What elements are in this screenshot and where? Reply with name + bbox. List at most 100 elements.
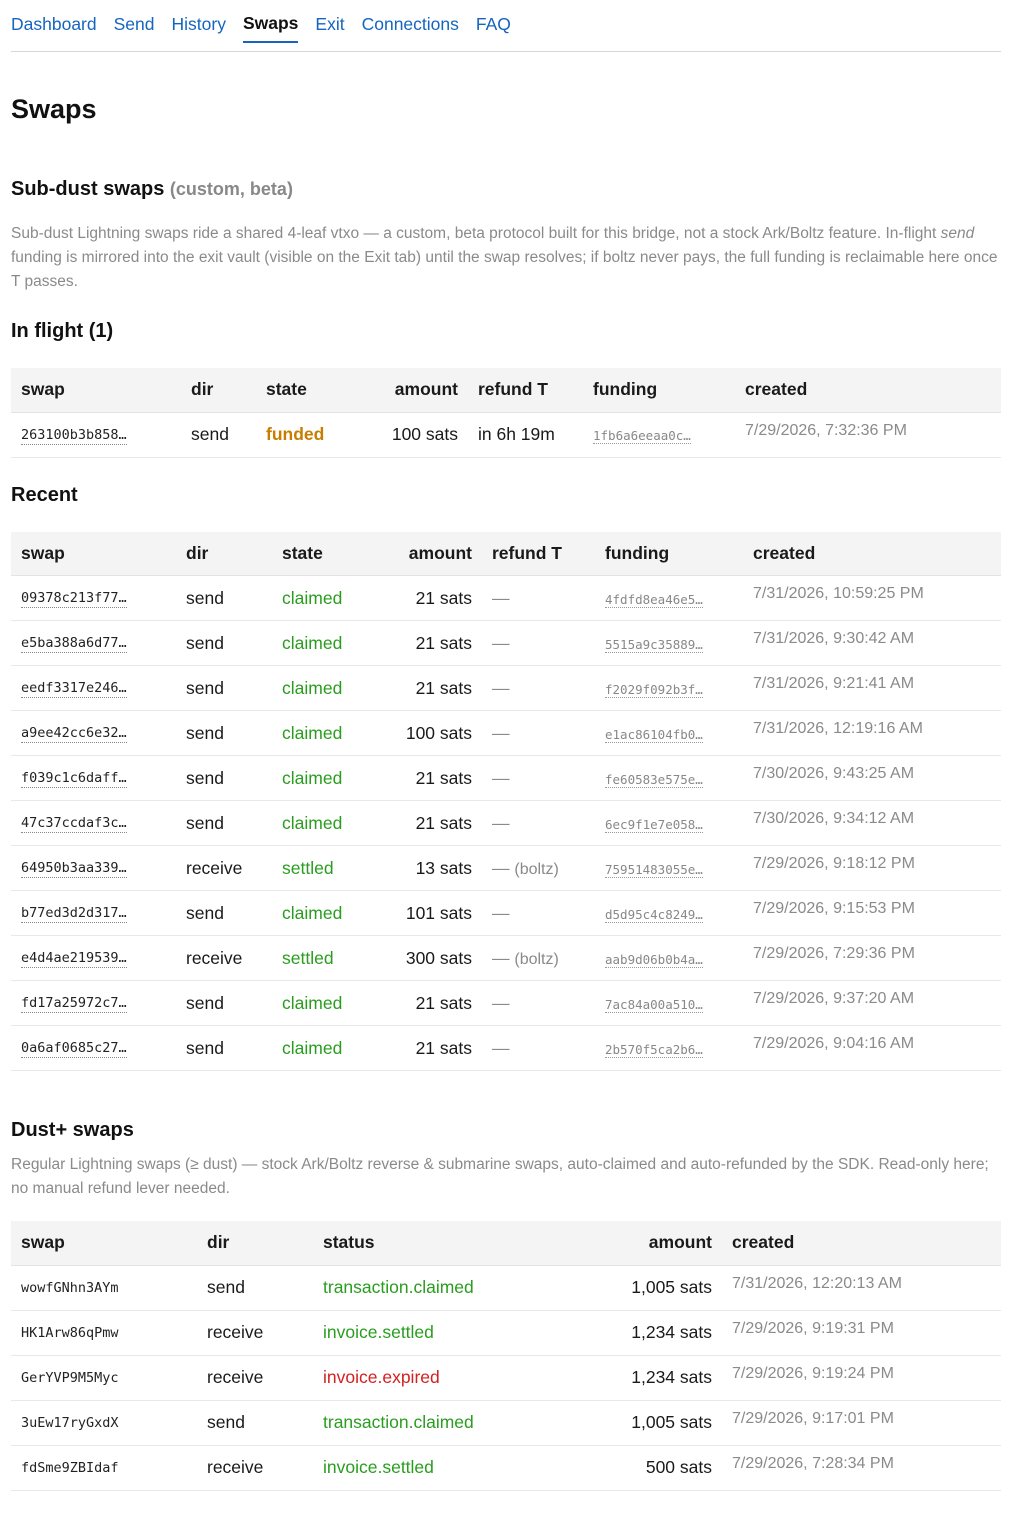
swap-id[interactable]: 09378c213f77…: [21, 590, 127, 608]
nav-exit[interactable]: Exit: [315, 15, 344, 52]
funding-txid[interactable]: 7ac84a00a510…: [605, 996, 703, 1013]
direction-cell: send: [176, 800, 272, 846]
funding-txid[interactable]: 4fdfd8ea46e5…: [605, 591, 703, 608]
swap-id-cell: fdSme9ZBIdaf: [11, 1445, 197, 1491]
direction-cell: send: [197, 1400, 313, 1446]
col-dir: dir: [176, 531, 272, 576]
direction-cell: send: [176, 710, 272, 756]
state-value: claimed: [282, 992, 343, 1013]
swap-id[interactable]: eedf3317e246…: [21, 680, 127, 698]
direction-cell: receive: [176, 845, 272, 891]
swap-id-cell: 263100b3b858…: [11, 412, 181, 458]
nav-send[interactable]: Send: [114, 15, 155, 52]
direction-cell: send: [181, 412, 256, 458]
amount-cell: 21 sats: [384, 800, 482, 846]
funding-cell: f2029f092b3f…: [595, 665, 743, 711]
amount-cell: 21 sats: [384, 620, 482, 666]
refund-value: —: [492, 632, 510, 653]
refund-cell: —: [482, 1025, 595, 1071]
amount-cell: 1,234 sats: [513, 1355, 722, 1401]
funding-txid[interactable]: d5d95c4c8249…: [605, 906, 703, 923]
state-value: claimed: [282, 722, 343, 743]
refund-cell: —: [482, 890, 595, 936]
status-cell: transaction.claimed: [313, 1265, 513, 1311]
table-row: eedf3317e246… send claimed 21 sats — f2029f09…: [11, 665, 1001, 711]
state-cell: claimed: [272, 575, 384, 621]
refund-cell: —: [482, 980, 595, 1026]
funding-txid[interactable]: 6ec9f1e7e058…: [605, 816, 703, 833]
created-cell: 7/29/2026, 9:19:24 PM: [722, 1355, 1001, 1401]
funding-txid[interactable]: 5515a9c35889…: [605, 636, 703, 653]
funding-cell: d5d95c4c8249…: [595, 890, 743, 936]
funding-cell: 1fb6a6eeaa0c…: [583, 412, 735, 458]
col-dir: dir: [197, 1221, 313, 1266]
state-value: claimed: [282, 767, 343, 788]
funding-txid[interactable]: fe60583e575e…: [605, 771, 703, 788]
status-value: invoice.settled: [323, 1322, 434, 1342]
subdust-title: Sub-dust swaps: [11, 178, 165, 200]
created-cell: 7/31/2026, 12:19:16 AM: [743, 710, 1001, 756]
swap-id[interactable]: b77ed3d2d317…: [21, 905, 127, 923]
refund-value: in 6h 19m: [478, 424, 555, 444]
state-value: settled: [282, 947, 334, 968]
table-row: fdSme9ZBIdaf receive invoice.settled 500 sa…: [11, 1445, 1001, 1491]
nav-swaps[interactable]: Swaps: [242, 14, 299, 43]
nav-connections[interactable]: Connections: [362, 15, 459, 52]
status-value: transaction.claimed: [323, 1412, 474, 1432]
col-refund: refund T: [468, 368, 583, 413]
swap-id[interactable]: e5ba388a6d77…: [21, 635, 127, 653]
recent-table: swap dir state amount refund T funding c…: [11, 531, 1001, 1071]
funding-txid[interactable]: 1fb6a6eeaa0c…: [593, 428, 691, 444]
table-row: e5ba388a6d77… send claimed 21 sats — 5515a9c3…: [11, 620, 1001, 666]
state-value: claimed: [282, 632, 343, 653]
refund-value: —: [492, 947, 510, 968]
swap-id[interactable]: 0a6af0685c27…: [21, 1040, 127, 1058]
col-refund: refund T: [482, 531, 595, 576]
nav-faq[interactable]: FAQ: [476, 15, 511, 52]
created-cell: 7/31/2026, 9:30:42 AM: [743, 620, 1001, 666]
amount-cell: 21 sats: [384, 665, 482, 711]
subdust-heading: Sub-dust swaps (custom, beta): [11, 176, 1001, 202]
table-row: a9ee42cc6e32… send claimed 100 sats — e1ac861…: [11, 710, 1001, 756]
swap-id-cell: 3uEw17ryGxdX: [11, 1400, 197, 1446]
funding-txid[interactable]: f2029f092b3f…: [605, 681, 703, 698]
swap-id[interactable]: 64950b3aa339…: [21, 860, 127, 878]
dustplus-heading: Dust+ swaps: [11, 1119, 134, 1141]
funding-txid[interactable]: 75951483055e…: [605, 861, 703, 878]
swap-id[interactable]: 47c37ccdaf3c…: [21, 815, 127, 833]
funding-txid[interactable]: e1ac86104fb0…: [605, 726, 703, 743]
created-cell: 7/29/2026, 9:37:20 AM: [743, 980, 1001, 1026]
amount-cell: 13 sats: [384, 845, 482, 891]
inflight-header-row: swap dir state amount refund T funding c…: [11, 368, 1001, 413]
direction-cell: send: [176, 890, 272, 936]
state-cell: claimed: [272, 800, 384, 846]
swap-id[interactable]: f039c1c6daff…: [21, 770, 127, 788]
refund-value: —: [492, 812, 510, 833]
table-row: 47c37ccdaf3c… send claimed 21 sats — 6ec9f1e7…: [11, 800, 1001, 846]
state-value: claimed: [282, 812, 343, 833]
created-cell: 7/29/2026, 9:19:31 PM: [722, 1310, 1001, 1356]
direction-cell: send: [176, 665, 272, 711]
col-created: created: [722, 1221, 1001, 1266]
amount-cell: 21 sats: [384, 1025, 482, 1071]
funding-txid[interactable]: aab9d06b0b4a…: [605, 951, 703, 968]
created-cell: 7/29/2026, 7:32:36 PM: [735, 412, 1001, 458]
swap-id[interactable]: e4d4ae219539…: [21, 950, 127, 968]
swap-id[interactable]: fd17a25972c7…: [21, 995, 127, 1013]
nav-history[interactable]: History: [172, 15, 226, 52]
state-cell: claimed: [272, 620, 384, 666]
nav-dashboard[interactable]: Dashboard: [11, 15, 97, 52]
inflight-table: swap dir state amount refund T funding c…: [11, 368, 1001, 458]
col-funding: funding: [595, 531, 743, 576]
refund-cell: — (boltz): [482, 935, 595, 981]
refund-value: —: [492, 677, 510, 698]
funding-cell: e1ac86104fb0…: [595, 710, 743, 756]
swap-id[interactable]: a9ee42cc6e32…: [21, 725, 127, 743]
state-cell: claimed: [272, 1025, 384, 1071]
funding-txid[interactable]: 2b570f5ca2b6…: [605, 1041, 703, 1058]
dustplus-description: Regular Lightning swaps (≥ dust) — stock…: [11, 1156, 989, 1197]
refund-value: —: [492, 722, 510, 743]
amount-cell: 1,005 sats: [513, 1265, 722, 1311]
swap-id[interactable]: 263100b3b858…: [21, 426, 127, 445]
created-cell: 7/29/2026, 7:28:34 PM: [722, 1445, 1001, 1491]
